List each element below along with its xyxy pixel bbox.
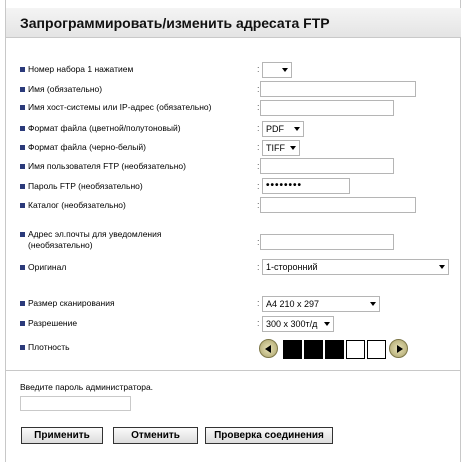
- bullet-icon: [20, 203, 25, 208]
- bullet-icon: [20, 232, 25, 237]
- bullet-icon: [20, 87, 25, 92]
- quick-dial-select[interactable]: [262, 62, 292, 78]
- page-title: Запрограммировать/изменить адресата FTP: [20, 15, 330, 31]
- separator: :: [257, 318, 260, 328]
- bullet-icon: [20, 321, 25, 326]
- label-ftp-user: Имя пользователя FTP (необязательно): [20, 161, 186, 172]
- bullet-icon: [20, 126, 25, 131]
- bullet-icon: [20, 67, 25, 72]
- label-format-bw: Формат файла (черно-белый): [20, 142, 146, 153]
- chevron-down-icon: [324, 322, 330, 326]
- label-format-color: Формат файла (цветной/полутоновый): [20, 123, 181, 134]
- title-bar: Запрограммировать/изменить адресата FTP: [6, 8, 461, 38]
- directory-field[interactable]: [260, 197, 416, 213]
- bullet-icon: [20, 145, 25, 150]
- chevron-down-icon: [290, 146, 296, 150]
- admin-password-prompt: Введите пароль администратора.: [20, 382, 154, 392]
- chevron-down-icon: [439, 265, 445, 269]
- label-density: Плотность: [20, 342, 70, 353]
- notify-email-field[interactable]: [260, 234, 394, 250]
- chevron-down-icon: [294, 127, 300, 131]
- density-decrease-button[interactable]: [259, 339, 278, 358]
- separator: :: [257, 262, 260, 272]
- host-field[interactable]: [260, 100, 394, 116]
- label-scan-size: Размер сканирования: [20, 298, 115, 309]
- resolution-select[interactable]: 300 x 300т/д: [262, 316, 334, 332]
- label-original: Оригинал: [20, 262, 66, 273]
- separator: :: [257, 64, 260, 74]
- divider: [6, 370, 461, 371]
- chevron-down-icon: [370, 302, 376, 306]
- bullet-icon: [20, 105, 25, 110]
- label-ftp-password: Пароль FTP (необязательно): [20, 181, 143, 192]
- separator: :: [257, 123, 260, 133]
- cancel-button[interactable]: Отменить: [113, 427, 198, 444]
- format-bw-select[interactable]: TIFF: [262, 140, 300, 156]
- ftp-password-field[interactable]: ••••••••: [262, 178, 350, 194]
- bullet-icon: [20, 345, 25, 350]
- arrow-right-icon: [397, 345, 403, 353]
- density-cell: [346, 340, 365, 359]
- format-color-select[interactable]: PDF: [262, 121, 304, 137]
- separator: :: [257, 298, 260, 308]
- density-increase-button[interactable]: [389, 339, 408, 358]
- label-notify-email: Адрес эл.почты для уведомления (необязат…: [20, 229, 208, 251]
- density-cell: [283, 340, 302, 359]
- density-cell: [325, 340, 344, 359]
- chevron-down-icon: [282, 68, 288, 72]
- scan-size-select[interactable]: A4 210 x 297: [262, 296, 380, 312]
- arrow-left-icon: [265, 345, 271, 353]
- separator: :: [257, 181, 260, 191]
- admin-password-field[interactable]: [20, 396, 131, 411]
- density-control: [259, 336, 409, 359]
- bullet-icon: [20, 164, 25, 169]
- bullet-icon: [20, 265, 25, 270]
- density-cell: [304, 340, 323, 359]
- label-directory: Каталог (необязательно): [20, 200, 126, 211]
- ftp-user-field[interactable]: [260, 158, 394, 174]
- label-host: Имя хост-системы или IP-адрес (обязатель…: [20, 102, 211, 113]
- check-connection-button[interactable]: Проверка соединения: [205, 427, 333, 444]
- bullet-icon: [20, 301, 25, 306]
- separator: :: [257, 142, 260, 152]
- label-quick-dial: Номер набора 1 нажатием: [20, 64, 133, 75]
- name-field[interactable]: [260, 81, 416, 97]
- label-name: Имя (обязательно): [20, 84, 102, 95]
- density-cell: [367, 340, 386, 359]
- bullet-icon: [20, 184, 25, 189]
- original-select[interactable]: 1-сторонний: [262, 259, 449, 275]
- label-resolution: Разрешение: [20, 318, 77, 329]
- apply-button[interactable]: Применить: [21, 427, 103, 444]
